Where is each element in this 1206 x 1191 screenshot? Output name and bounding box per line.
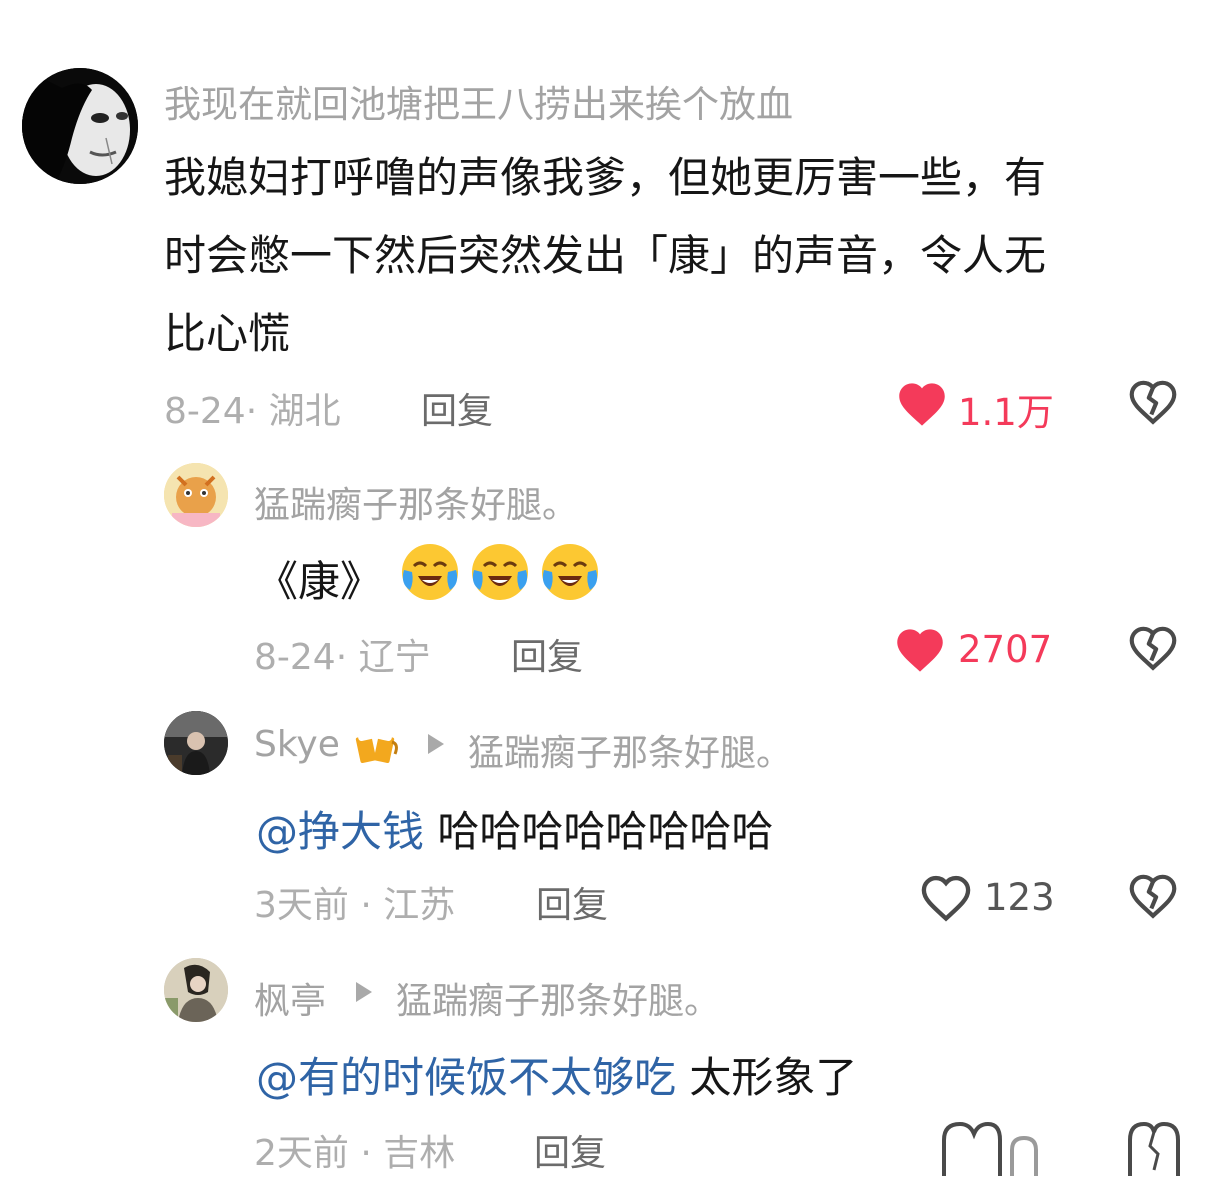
reply-to-username[interactable]: 猛踹瘸子那条好腿。 bbox=[468, 724, 792, 776]
like-count: 2707 bbox=[958, 628, 1053, 671]
reply-to-username[interactable]: 猛踹瘸子那条好腿。 bbox=[396, 972, 720, 1024]
heart-icon[interactable] bbox=[940, 1120, 1052, 1176]
like-button[interactable]: 2707 bbox=[894, 622, 1064, 678]
like-button[interactable]: 1.1万 bbox=[896, 376, 1056, 434]
date-location: 3天前 · 江苏 bbox=[254, 885, 456, 926]
comment-text-line: 时会憋一下然后突然发出「康」的声音，令人无 bbox=[164, 231, 1047, 280]
avatar[interactable] bbox=[164, 711, 228, 775]
comment-text: @挣大钱 哈哈哈哈哈哈哈哈 bbox=[256, 798, 773, 859]
reply-button[interactable]: 回复 bbox=[421, 382, 493, 434]
like-button[interactable]: 123 bbox=[920, 870, 1060, 926]
date-location: 8-24· 湖北 bbox=[164, 391, 341, 432]
reply-arrow-icon bbox=[428, 734, 444, 754]
reply-button[interactable]: 回复 bbox=[536, 876, 608, 928]
avatar[interactable] bbox=[22, 68, 138, 184]
username[interactable]: 枫亭 bbox=[254, 972, 326, 1024]
reply-button[interactable]: 回复 bbox=[534, 1124, 606, 1176]
date-location: 8-24· 辽宁 bbox=[254, 637, 431, 678]
dislike-broken-heart-icon[interactable] bbox=[1128, 872, 1178, 920]
like-count: 123 bbox=[984, 876, 1055, 919]
comment-text: @有的时候饭不太够吃 太形象了 bbox=[256, 1044, 857, 1105]
beer-mugs-emoji bbox=[355, 730, 398, 764]
dislike-broken-heart-icon[interactable] bbox=[1128, 378, 1178, 426]
username[interactable]: 我现在就回池塘把王八捞出来挨个放血 bbox=[164, 74, 793, 128]
avatar-image bbox=[164, 958, 228, 1022]
avatar-image bbox=[164, 711, 228, 775]
avatar-image bbox=[164, 463, 228, 527]
avatar-image bbox=[22, 68, 138, 184]
heart-icon bbox=[921, 875, 971, 922]
comment-text-body: 太形象了 bbox=[676, 1053, 858, 1102]
dislike-broken-heart-icon[interactable] bbox=[1126, 1120, 1182, 1176]
crying-laughing-emoji bbox=[402, 544, 458, 600]
comment-text: 《康》 bbox=[256, 557, 383, 606]
reply-button[interactable]: 回复 bbox=[511, 628, 583, 680]
heart-icon bbox=[897, 629, 943, 672]
like-count: 1.1万 bbox=[958, 391, 1054, 434]
comment-text-body: 哈哈哈哈哈哈哈哈 bbox=[424, 807, 774, 856]
dislike-broken-heart-icon[interactable] bbox=[1128, 624, 1178, 672]
comment-text-line: 比心慌 bbox=[164, 309, 291, 358]
crying-laughing-emoji bbox=[472, 544, 528, 600]
comment-text-line: 我媳妇打呼噜的声像我爹，但她更厉害一些，有 bbox=[164, 153, 1047, 202]
heart-icon bbox=[899, 383, 945, 426]
username[interactable]: 猛踹瘸子那条好腿。 bbox=[254, 476, 578, 528]
mention-link[interactable]: @挣大钱 bbox=[256, 807, 424, 856]
avatar[interactable] bbox=[164, 463, 228, 527]
avatar[interactable] bbox=[164, 958, 228, 1022]
mention-link[interactable]: @有的时候饭不太够吃 bbox=[256, 1053, 676, 1102]
crying-laughing-emoji bbox=[542, 544, 598, 600]
date-location: 2天前 · 吉林 bbox=[254, 1133, 456, 1174]
username[interactable]: Skye bbox=[254, 724, 340, 765]
reply-arrow-icon bbox=[356, 982, 372, 1002]
